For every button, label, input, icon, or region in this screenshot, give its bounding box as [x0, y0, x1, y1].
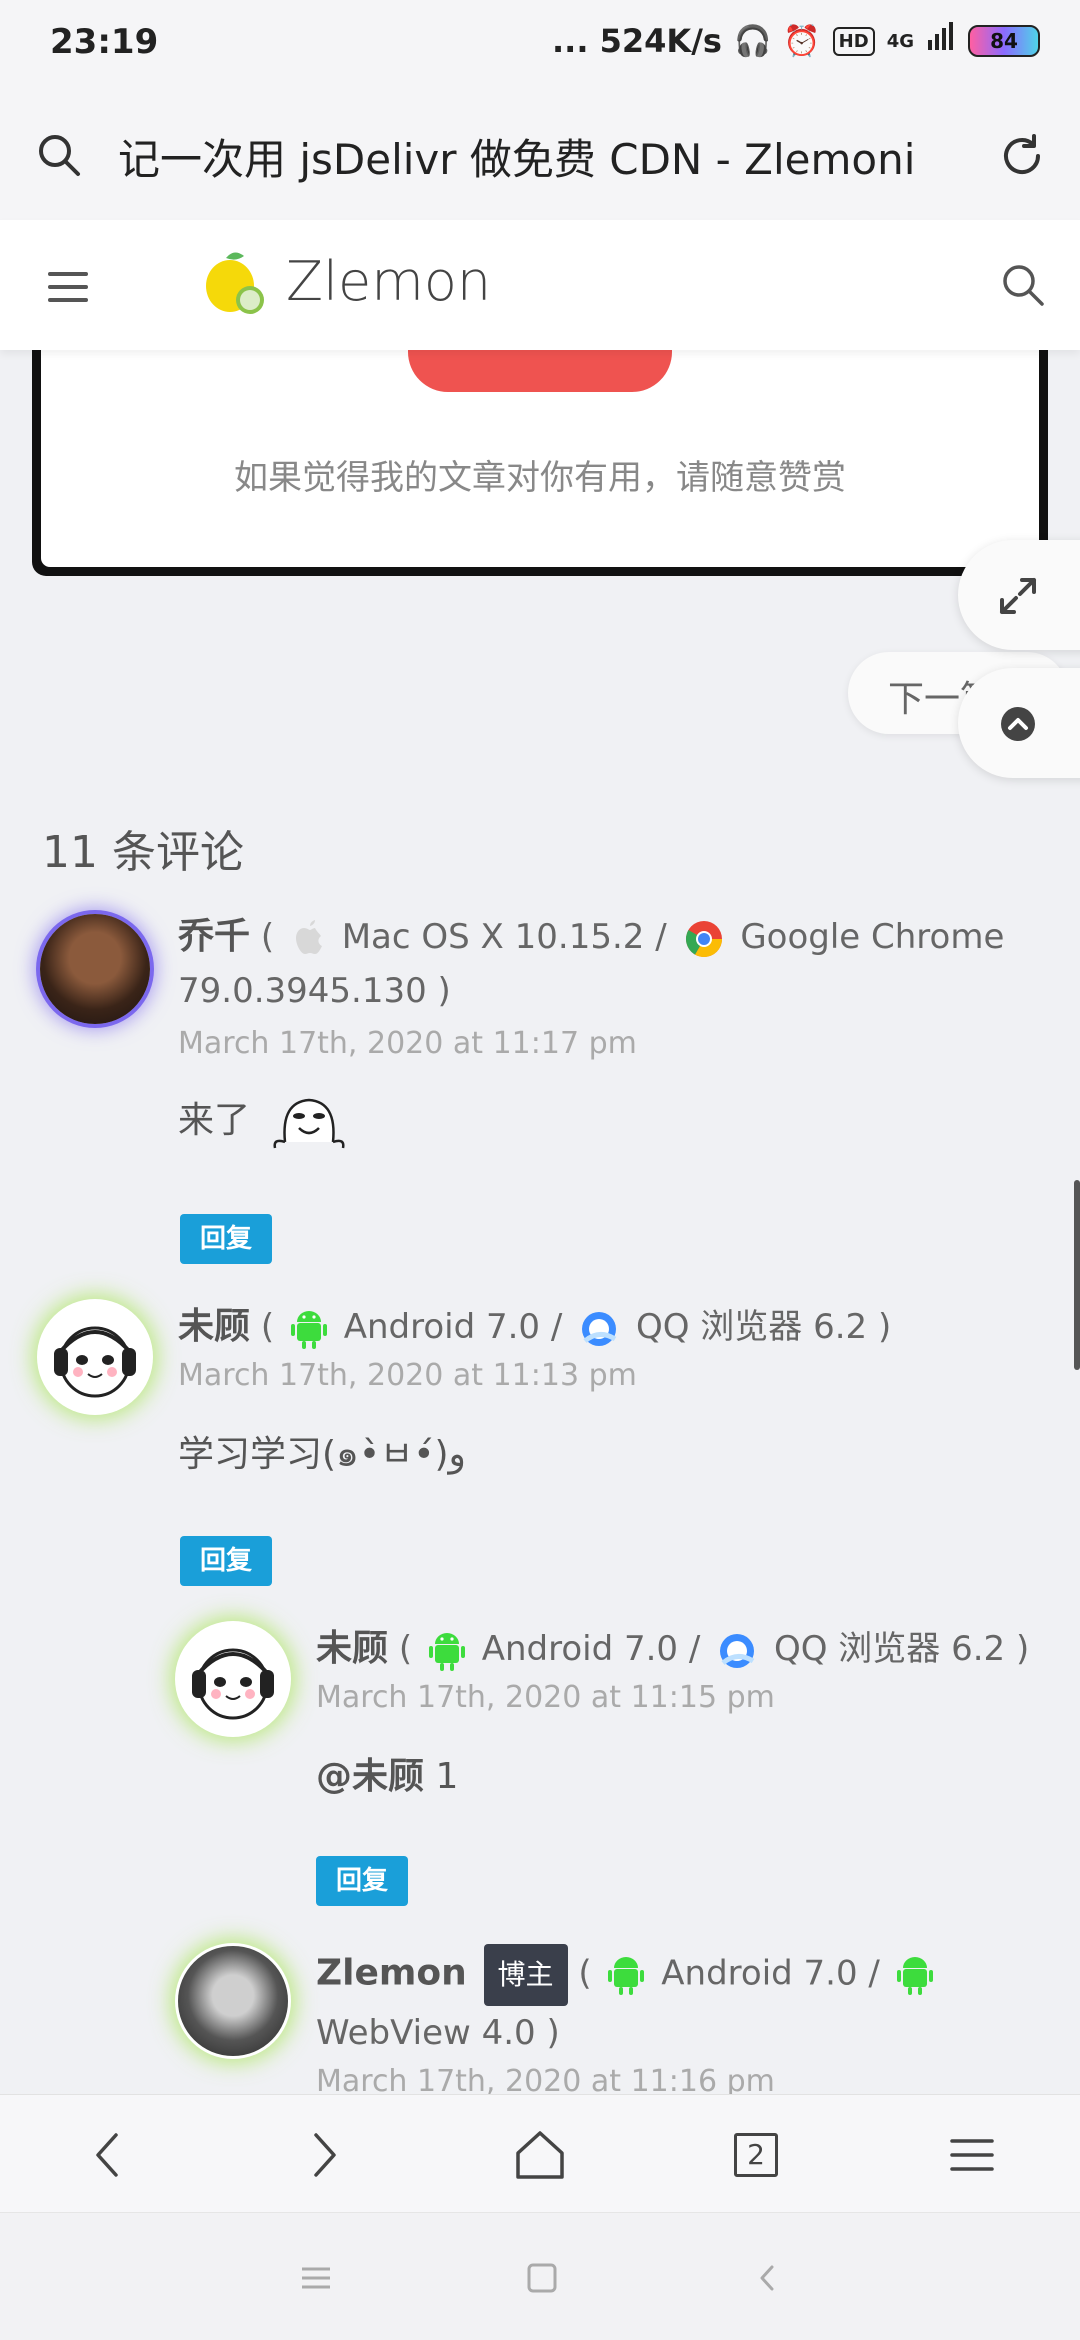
lemon-logo-icon [206, 252, 264, 314]
comment-author[interactable]: 未顾 [316, 1628, 388, 1669]
comment-os: Mac OS X 10.15.2 / [341, 917, 667, 957]
battery-level: 84 [990, 29, 1018, 53]
android-icon [290, 1310, 327, 1349]
page-title[interactable]: 记一次用 jsDelivr 做免费 CDN - Zlemoni [118, 126, 938, 187]
android-icon [428, 1632, 465, 1671]
site-header: Zlemon [0, 220, 1080, 350]
comment-item: 未顾 ( Android 7.0 / QQ 浏览器 6.2 ) March 17… [316, 1622, 1056, 1799]
comment-date: March 17th, 2020 at 11:13 pm [178, 1358, 637, 1393]
comment-browser: QQ 浏览器 6.2 ) [773, 1629, 1030, 1669]
forward-icon[interactable] [294, 2125, 354, 2185]
status-bar: 23:19 ... 524K/s 🎧 ⏰ HD 4G 84 [0, 0, 1080, 90]
comment-item: 未顾 ( Android 7.0 / QQ 浏览器 6.2 ) March 17… [178, 1300, 1038, 1482]
avatar[interactable] [40, 1302, 150, 1412]
avatar[interactable] [178, 1946, 288, 2056]
site-logo-text[interactable]: Zlemon [286, 250, 491, 313]
system-nav-bar [0, 2212, 1080, 2340]
comment-date: March 17th, 2020 at 11:15 pm [316, 1680, 775, 1715]
chrome-icon [685, 920, 722, 957]
comment-os: Android 7.0 / [661, 1953, 880, 1994]
comment-author[interactable]: 乔千 [178, 916, 250, 957]
comment-author[interactable]: Zlemon [316, 1953, 467, 1994]
search-icon[interactable] [36, 132, 82, 178]
comment-browser: QQ 浏览器 6.2 ) [635, 1307, 892, 1347]
comment-meta: 未顾 ( Android 7.0 / QQ 浏览器 6.2 ) [178, 1306, 892, 1349]
recent-apps-icon[interactable] [298, 2263, 334, 2293]
emoji-sticker-icon [273, 1098, 345, 1149]
expand-icon [1000, 578, 1036, 614]
reply-button[interactable]: 回复 [180, 1536, 272, 1586]
avatar[interactable] [40, 914, 150, 1024]
browser-bottom-nav: 2 [0, 2094, 1080, 2212]
comment-text: 来了 [178, 1100, 251, 1141]
comment-text: 1 [435, 1756, 459, 1797]
system-home-icon[interactable] [524, 2263, 560, 2293]
android-icon [608, 1957, 645, 1995]
hd-icon: HD [832, 26, 875, 56]
comments-title: 11 条评论 [42, 827, 244, 878]
reply-button[interactable]: 回复 [180, 1214, 272, 1264]
fullscreen-button[interactable] [958, 540, 1080, 650]
comment-item: 乔千 ( Mac OS X 10.15.2 / Google Chrome 79… [178, 910, 1038, 1152]
reload-icon[interactable] [998, 132, 1046, 180]
comment-browser: WebView 4.0 ) [316, 2013, 560, 2053]
qq-browser-icon [582, 1311, 617, 1346]
site-search-icon[interactable] [1000, 262, 1046, 308]
network-type: 4G [886, 30, 914, 52]
signal-icon [926, 22, 956, 60]
comment-meta: Zlemon 博主 ( Android 7.0 / WebView 4.0 ) [316, 1944, 1056, 2060]
reply-button[interactable]: 回复 [316, 1856, 408, 1906]
status-time: 23:19 [50, 22, 159, 62]
comment-author[interactable]: 未顾 [178, 1306, 250, 1347]
avatar[interactable] [178, 1624, 288, 1734]
back-icon[interactable] [78, 2125, 138, 2185]
chevron-up-icon [1001, 707, 1035, 741]
comment-browser-version: 79.0.3945.130 ) [178, 971, 451, 1011]
alarm-icon: ⏰ [783, 23, 821, 59]
battery-icon: 84 [968, 25, 1040, 57]
comment-text: 学习学习(๑•̀ㅂ•́)و [178, 1434, 466, 1475]
panda-avatar-icon [54, 1326, 136, 1398]
comment-meta: 未顾 ( Android 7.0 / QQ 浏览器 6.2 ) [316, 1628, 1030, 1671]
scrollbar[interactable] [1074, 1180, 1080, 1370]
home-icon[interactable] [510, 2125, 570, 2185]
back-to-top-button[interactable] [958, 668, 1080, 778]
reward-note: 如果觉得我的文章对你有用，请随意赞赏 [234, 458, 846, 498]
comment-mention[interactable]: @未顾 [316, 1756, 424, 1797]
network-speed: ... 524K/s [552, 22, 722, 60]
qq-browser-icon [720, 1633, 755, 1668]
menu-lines-icon[interactable] [942, 2125, 1002, 2185]
comment-meta: 乔千 ( Mac OS X 10.15.2 / Google Chrome 79… [178, 916, 1005, 1011]
tab-count: 2 [734, 2133, 778, 2177]
comment-item: Zlemon 博主 ( Android 7.0 / WebView 4.0 ) … [316, 1944, 1056, 2099]
browser-address-bar: 记一次用 jsDelivr 做免费 CDN - Zlemoni [0, 90, 1080, 220]
comment-date: March 17th, 2020 at 11:17 pm [178, 1026, 637, 1061]
admin-badge: 博主 [483, 1944, 568, 2006]
comment-content: 来了 [178, 1091, 1038, 1152]
status-icons: ... 524K/s 🎧 ⏰ HD 4G 84 [552, 22, 1040, 60]
menu-icon[interactable] [48, 272, 88, 302]
comment-os: Android 7.0 / [343, 1307, 563, 1347]
headphones-icon: 🎧 [733, 23, 772, 59]
apple-icon [295, 919, 322, 954]
panda-avatar-icon [192, 1648, 274, 1720]
android-icon [896, 1957, 933, 1995]
tabs-button[interactable]: 2 [726, 2125, 786, 2185]
comment-content: @未顾 1 [316, 1747, 1056, 1799]
comment-browser: Google Chrome [740, 917, 1005, 957]
system-back-icon[interactable] [750, 2263, 786, 2293]
comment-os: Android 7.0 / [481, 1629, 701, 1669]
